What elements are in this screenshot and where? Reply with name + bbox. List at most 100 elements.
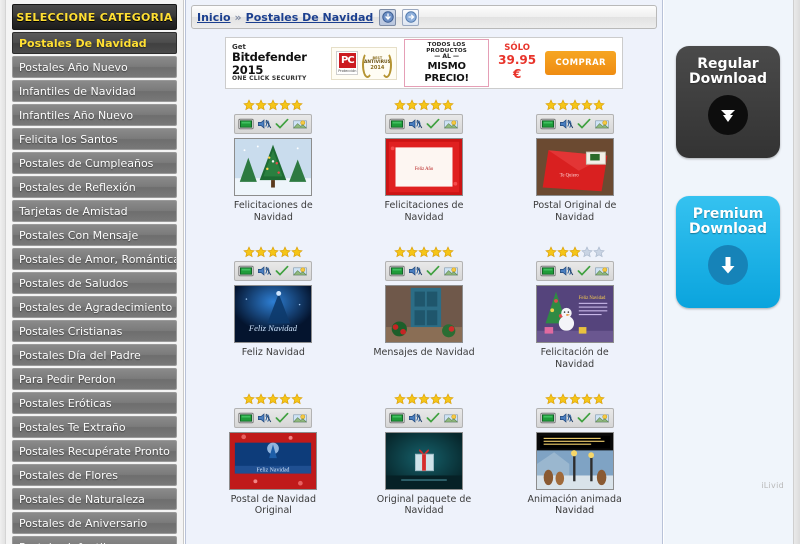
sidebar-item-0[interactable]: Postales De Navidad [12,32,177,54]
postcard-thumbnail[interactable] [384,431,463,490]
screen-icon[interactable] [238,264,254,278]
sidebar-item-2[interactable]: Infantiles de Navidad [12,80,177,102]
sidebar-item-17[interactable]: Postales Recupérate Pronto [12,440,177,462]
postcard-card[interactable]: Te Quiero Postal Original de Navidad [499,99,650,224]
image-icon[interactable] [292,411,308,425]
rating-stars[interactable] [544,99,605,111]
rating-stars[interactable] [394,392,454,405]
postcard-card[interactable]: Original paquete de Navidad [349,392,500,518]
postcard-card[interactable]: Mensajes de Navidad [349,245,500,371]
sidebar-item-3[interactable]: Infantiles Año Nuevo [12,104,177,126]
sidebar-item-9[interactable]: Postales de Amor, Románticas [12,248,177,270]
sound-icon[interactable] [256,411,272,425]
sidebar-item-16[interactable]: Postales Te Extraño [12,416,177,438]
sound-icon[interactable] [407,411,423,425]
premium-download-button[interactable]: Premium Download [676,196,780,308]
sidebar-item-1[interactable]: Postales Año Nuevo [12,56,177,78]
image-icon[interactable] [594,264,610,278]
rating-stars[interactable] [544,245,605,258]
image-icon[interactable] [443,411,459,425]
screen-icon[interactable] [389,117,405,131]
postcard-thumbnail[interactable]: Feliz Año [384,138,463,196]
checkmark-icon[interactable] [274,264,290,278]
screen-icon[interactable] [540,117,556,131]
screen-icon[interactable] [238,411,254,425]
screen-icon[interactable] [540,411,556,425]
rating-stars[interactable] [544,392,605,405]
postcard-card[interactable]: Animación animada Navidad [499,392,650,518]
postcard-thumbnail[interactable]: Feliz Navidad [229,431,318,490]
checkmark-icon[interactable] [274,411,290,425]
breadcrumb-current-link[interactable]: Postales De Navidad [246,11,374,24]
postcard-title[interactable]: Feliz Navidad [242,347,305,359]
image-icon[interactable] [443,264,459,278]
postcard-thumbnail[interactable] [535,431,614,490]
sidebar-item-10[interactable]: Postales de Saludos [12,272,177,294]
sidebar-item-5[interactable]: Postales de Cumpleaños [12,152,177,174]
sidebar-item-13[interactable]: Postales Día del Padre [12,344,177,366]
sidebar-item-12[interactable]: Postales Cristianas [12,320,177,342]
regular-download-button[interactable]: Regular Download [676,46,780,158]
download-circle-icon[interactable] [379,8,397,26]
sound-icon[interactable] [558,117,574,131]
postcard-card[interactable]: Feliz Año Felicitaciones de Navidad [349,99,500,224]
sidebar-item-11[interactable]: Postales de Agradecimiento [12,296,177,318]
sound-icon[interactable] [407,117,423,131]
sidebar-item-7[interactable]: Tarjetas de Amistad [12,200,177,222]
postcard-title[interactable]: Felicitaciones de Navidad [218,200,328,224]
screen-icon[interactable] [238,117,254,131]
checkmark-icon[interactable] [576,117,592,131]
postcard-title[interactable]: Postal de Navidad Original [218,494,328,518]
image-icon[interactable] [594,411,610,425]
sidebar-item-20[interactable]: Postales de Aniversario [12,512,177,534]
sidebar-item-15[interactable]: Postales Eróticas [12,392,177,414]
rating-stars[interactable] [243,392,304,405]
postcard-thumbnail[interactable]: Te Quiero [535,138,614,196]
checkmark-icon[interactable] [576,411,592,425]
sidebar-item-21[interactable]: Postales Infantiles [12,536,177,544]
postcard-thumbnail[interactable]: Feliz Navidad [234,284,313,343]
image-icon[interactable] [292,117,308,131]
postcard-thumbnail[interactable] [384,284,463,343]
image-icon[interactable] [594,117,610,131]
checkmark-icon[interactable] [425,117,441,131]
screen-icon[interactable] [389,411,405,425]
sidebar-item-19[interactable]: Postales de Naturaleza [12,488,177,510]
sidebar-item-18[interactable]: Postales de Flores [12,464,177,486]
sound-icon[interactable] [558,264,574,278]
postcard-card[interactable]: Feliz Navidad Feliz Navidad [198,245,349,371]
postcard-title[interactable]: Felicitación de Navidad [520,347,630,371]
rating-stars[interactable] [243,99,304,111]
checkmark-icon[interactable] [274,117,290,131]
sound-icon[interactable] [256,264,272,278]
postcard-card[interactable]: Felicitaciones de Navidad [198,99,349,224]
rating-stars[interactable] [243,245,304,258]
bitdefender-banner-ad[interactable]: Get Bitdefender 2015 ONE CLICK SECURITY … [225,37,623,89]
sidebar-item-6[interactable]: Postales de Reflexión [12,176,177,198]
checkmark-icon[interactable] [576,264,592,278]
banner-buy-button[interactable]: COMPRAR [545,51,616,75]
postcard-title[interactable]: Original paquete de Navidad [369,494,479,518]
image-icon[interactable] [292,264,308,278]
rating-stars[interactable] [394,99,454,111]
breadcrumb-home-link[interactable]: Inicio [197,11,231,24]
checkmark-icon[interactable] [425,264,441,278]
postcard-card[interactable]: Feliz Navidad Felicitación de Navidad [499,245,650,371]
postcard-title[interactable]: Mensajes de Navidad [373,347,474,359]
forward-circle-icon[interactable] [402,8,420,26]
checkmark-icon[interactable] [425,411,441,425]
postcard-card[interactable]: Feliz Navidad Postal de Navidad Original [198,392,349,518]
rating-stars[interactable] [394,245,454,258]
sound-icon[interactable] [407,264,423,278]
postcard-thumbnail[interactable] [234,138,313,196]
postcard-title[interactable]: Animación animada Navidad [520,494,630,518]
sound-icon[interactable] [256,117,272,131]
sidebar-item-4[interactable]: Felicita los Santos [12,128,177,150]
screen-icon[interactable] [389,264,405,278]
sound-icon[interactable] [558,411,574,425]
image-icon[interactable] [443,117,459,131]
sidebar-item-8[interactable]: Postales Con Mensaje [12,224,177,246]
sidebar-item-14[interactable]: Para Pedir Perdon [12,368,177,390]
postcard-title[interactable]: Postal Original de Navidad [520,200,630,224]
screen-icon[interactable] [540,264,556,278]
